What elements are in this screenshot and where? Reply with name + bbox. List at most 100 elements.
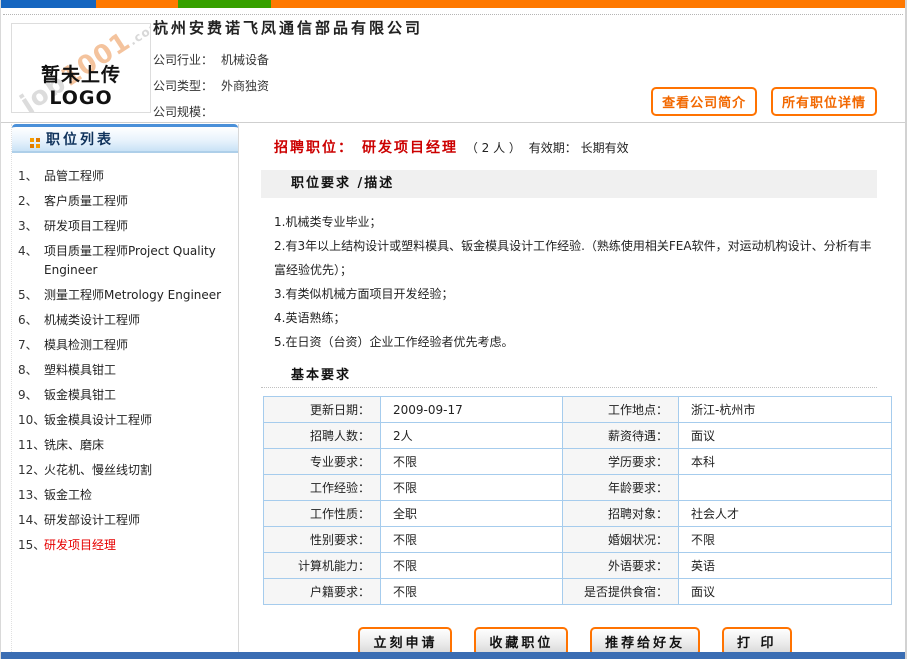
- field-label: 学历要求：: [563, 449, 679, 475]
- company-info: 杭州安费诺飞凤通信部品有限公司 公司行业： 机械设备 公司类型： 外商独资 公司规模…: [153, 17, 423, 125]
- job-link[interactable]: 塑料模具钳工: [44, 361, 232, 380]
- job-list-sidebar: 职位列表 1、品管工程师 2、客户质量工程师 3、研发项目工程师 4、项目质量工…: [1, 124, 239, 652]
- field-value: 社会人才: [679, 501, 892, 527]
- job-link[interactable]: 钣金工检: [44, 486, 232, 505]
- sidebar-job-item: 1、品管工程师: [18, 167, 232, 186]
- field-label: 招聘对象：: [563, 501, 679, 527]
- field-value: 不限: [381, 527, 563, 553]
- logo-placeholder-text: 暂未上传LOGO: [12, 60, 150, 109]
- job-link[interactable]: 机械类设计工程师: [44, 311, 232, 330]
- sidebar-job-item: 12、火花机、慢丝线切割: [18, 461, 232, 480]
- topbar-segment-orange-long: [271, 0, 905, 8]
- topbar-segment-green: [178, 0, 271, 8]
- top-color-bar: [1, 0, 905, 8]
- job-link[interactable]: 钣金模具钳工: [44, 386, 232, 405]
- field-value: 不限: [381, 553, 563, 579]
- table-row: 更新日期： 2009-09-17 工作地点： 浙江-杭州市: [264, 397, 892, 423]
- sidebar-job-item: 7、模具检测工程师: [18, 336, 232, 355]
- apply-now-button[interactable]: 立刻申请: [358, 627, 452, 652]
- company-size-row: 公司规模：: [153, 99, 423, 125]
- footer-blue-bar: [1, 652, 905, 659]
- header-buttons: 查看公司简介 所有职位详情: [641, 87, 877, 116]
- sidebar-job-item: 2、客户质量工程师: [18, 192, 232, 211]
- description-line: 1.机械类专业毕业；: [274, 210, 877, 234]
- job-link-active[interactable]: 研发项目经理: [44, 536, 232, 555]
- recommend-to-friend-button[interactable]: 推荐给好友: [590, 627, 700, 652]
- basic-requirements-table: 更新日期： 2009-09-17 工作地点： 浙江-杭州市 招聘人数： 2人 薪…: [263, 396, 892, 605]
- job-link[interactable]: 火花机、慢丝线切割: [44, 461, 232, 480]
- field-label: 专业要求：: [264, 449, 381, 475]
- dotted-rule: [261, 387, 877, 388]
- field-value: 面议: [679, 423, 892, 449]
- page: job1001.com 暂未上传LOGO 杭州安费诺飞凤通信部品有限公司 公司行…: [0, 0, 907, 659]
- sidebar-job-item: 4、项目质量工程师Project Quality Engineer: [18, 242, 232, 280]
- action-buttons: 立刻申请 收藏职位 推荐给好友 打 印: [261, 627, 889, 652]
- sidebar-job-item: 13、钣金工检: [18, 486, 232, 505]
- job-detail-panel: 招聘职位：研发项目经理 （ 2 人 ） 有效期： 长期有效 职位要求 /描述 1…: [239, 124, 905, 652]
- basic-requirements-header: 基本要求: [261, 364, 877, 383]
- field-value: 本科: [679, 449, 892, 475]
- company-header: job1001.com 暂未上传LOGO 杭州安费诺飞凤通信部品有限公司 公司行…: [1, 15, 905, 123]
- company-type-label: 公司类型：: [153, 79, 213, 93]
- sidebar-job-item: 5、测量工程师Metrology Engineer: [18, 286, 232, 305]
- field-label: 户籍要求：: [264, 579, 381, 605]
- company-type-value: 外商独资: [221, 79, 269, 93]
- squares-bullet-icon: [30, 138, 34, 142]
- job-link[interactable]: 研发项目工程师: [44, 217, 232, 236]
- job-link[interactable]: 铣床、磨床: [44, 436, 232, 455]
- company-industry-label: 公司行业：: [153, 53, 213, 67]
- field-value: 2009-09-17: [381, 397, 563, 423]
- all-jobs-detail-button[interactable]: 所有职位详情: [771, 87, 877, 116]
- job-link[interactable]: 研发部设计工程师: [44, 511, 232, 530]
- sidebar-job-item: 9、钣金模具钳工: [18, 386, 232, 405]
- job-list-title: 职位列表: [46, 132, 114, 148]
- field-label: 婚姻状况：: [563, 527, 679, 553]
- field-value: 不限: [381, 475, 563, 501]
- field-label: 薪资待遇：: [563, 423, 679, 449]
- field-value: 不限: [381, 449, 563, 475]
- company-type-row: 公司类型： 外商独资: [153, 73, 423, 99]
- validity-label: 有效期：: [529, 141, 577, 155]
- company-logo-placeholder: job1001.com 暂未上传LOGO: [11, 23, 151, 113]
- print-button[interactable]: 打 印: [722, 627, 792, 652]
- table-row: 招聘人数： 2人 薪资待遇： 面议: [264, 423, 892, 449]
- sidebar-job-item: 3、研发项目工程师: [18, 217, 232, 236]
- sidebar-job-item: 6、机械类设计工程师: [18, 311, 232, 330]
- sidebar-job-item-active: 15、研发项目经理: [18, 536, 232, 555]
- company-industry-value: 机械设备: [221, 53, 269, 67]
- field-value: 面议: [679, 579, 892, 605]
- description-line: 5.在日资（台资）企业工作经验者优先考虑。: [274, 330, 877, 354]
- table-row: 专业要求： 不限 学历要求： 本科: [264, 449, 892, 475]
- sidebar-job-item: 10、钣金模具设计工程师: [18, 411, 232, 430]
- job-list-header: 职位列表: [12, 124, 238, 153]
- company-name: 杭州安费诺飞凤通信部品有限公司: [153, 17, 423, 38]
- job-link[interactable]: 测量工程师Metrology Engineer: [44, 286, 232, 305]
- sidebar-job-item: 14、研发部设计工程师: [18, 511, 232, 530]
- field-value: 英语: [679, 553, 892, 579]
- table-row: 工作经验： 不限 年龄要求：: [264, 475, 892, 501]
- job-link[interactable]: 钣金模具设计工程师: [44, 411, 232, 430]
- job-list: 1、品管工程师 2、客户质量工程师 3、研发项目工程师 4、项目质量工程师Pro…: [12, 153, 238, 555]
- job-link[interactable]: 项目质量工程师Project Quality Engineer: [44, 242, 232, 280]
- requirements-section-header: 职位要求 /描述: [261, 170, 877, 198]
- company-size-label: 公司规模：: [153, 105, 213, 119]
- job-title-line: 招聘职位：研发项目经理 （ 2 人 ） 有效期： 长期有效: [261, 137, 877, 157]
- topbar-segment-orange: [96, 0, 178, 8]
- favorite-job-button[interactable]: 收藏职位: [474, 627, 568, 652]
- job-link[interactable]: 品管工程师: [44, 167, 232, 186]
- field-label: 工作经验：: [264, 475, 381, 501]
- field-label: 年龄要求：: [563, 475, 679, 501]
- job-description: 1.机械类专业毕业； 2.有3年以上结构设计或塑料模具、钣金模具设计工作经验.（…: [261, 210, 877, 354]
- field-label: 工作性质：: [264, 501, 381, 527]
- field-label: 是否提供食宿：: [563, 579, 679, 605]
- field-label: 更新日期：: [264, 397, 381, 423]
- job-link[interactable]: 模具检测工程师: [44, 336, 232, 355]
- job-link[interactable]: 客户质量工程师: [44, 192, 232, 211]
- field-label: 计算机能力：: [264, 553, 381, 579]
- field-value: 全职: [381, 501, 563, 527]
- view-company-profile-button[interactable]: 查看公司简介: [651, 87, 757, 116]
- description-line: 2.有3年以上结构设计或塑料模具、钣金模具设计工作经验.（熟练使用相关FEA软件…: [274, 234, 877, 282]
- field-value: 浙江-杭州市: [679, 397, 892, 423]
- topbar-segment-blue: [1, 0, 96, 8]
- validity-value: 长期有效: [581, 141, 629, 155]
